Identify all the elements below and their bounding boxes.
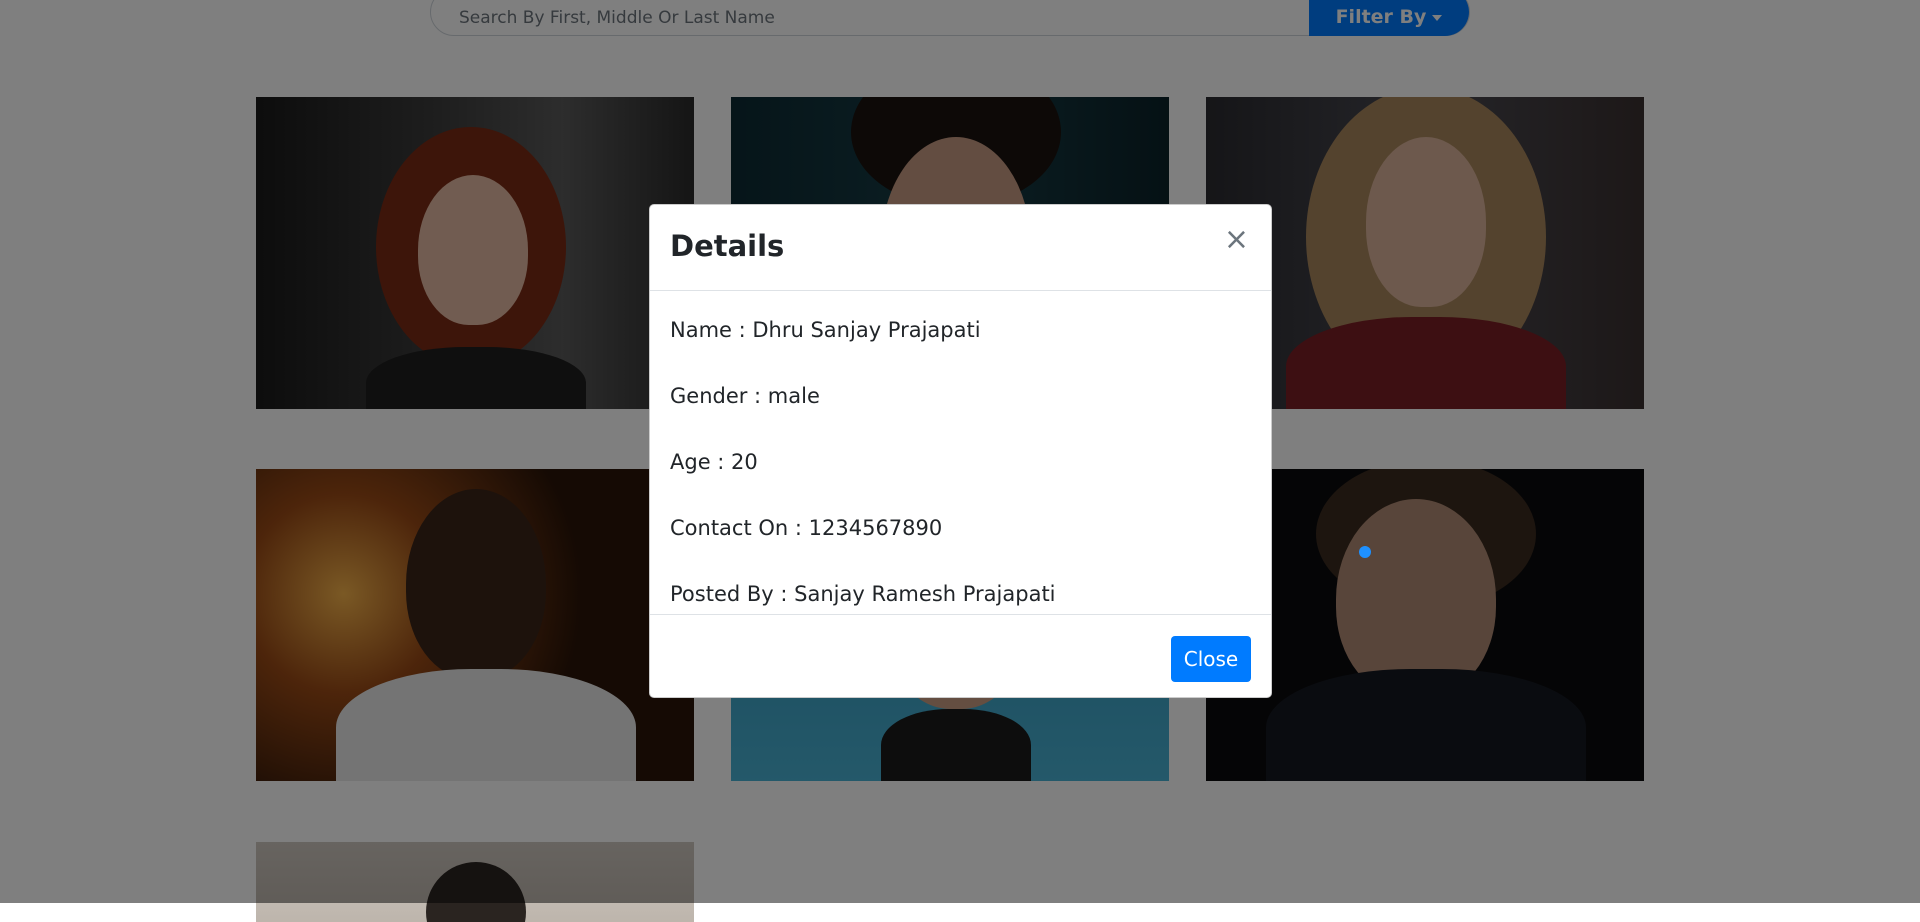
detail-contact: Contact On : 1234567890: [670, 516, 943, 540]
close-icon[interactable]: ×: [1224, 225, 1249, 255]
modal-body: Name : Dhru Sanjay Prajapati Gender : ma…: [650, 291, 1271, 615]
cursor-indicator: [1359, 546, 1371, 558]
detail-age: Age : 20: [670, 450, 758, 474]
detail-gender: Gender : male: [670, 384, 820, 408]
modal-footer: Close: [650, 615, 1271, 699]
details-modal: Details × Name : Dhru Sanjay Prajapati G…: [649, 204, 1272, 698]
modal-header: Details ×: [650, 205, 1271, 291]
close-button[interactable]: Close: [1171, 636, 1251, 682]
detail-name: Name : Dhru Sanjay Prajapati: [670, 318, 981, 342]
modal-title: Details: [670, 229, 785, 263]
